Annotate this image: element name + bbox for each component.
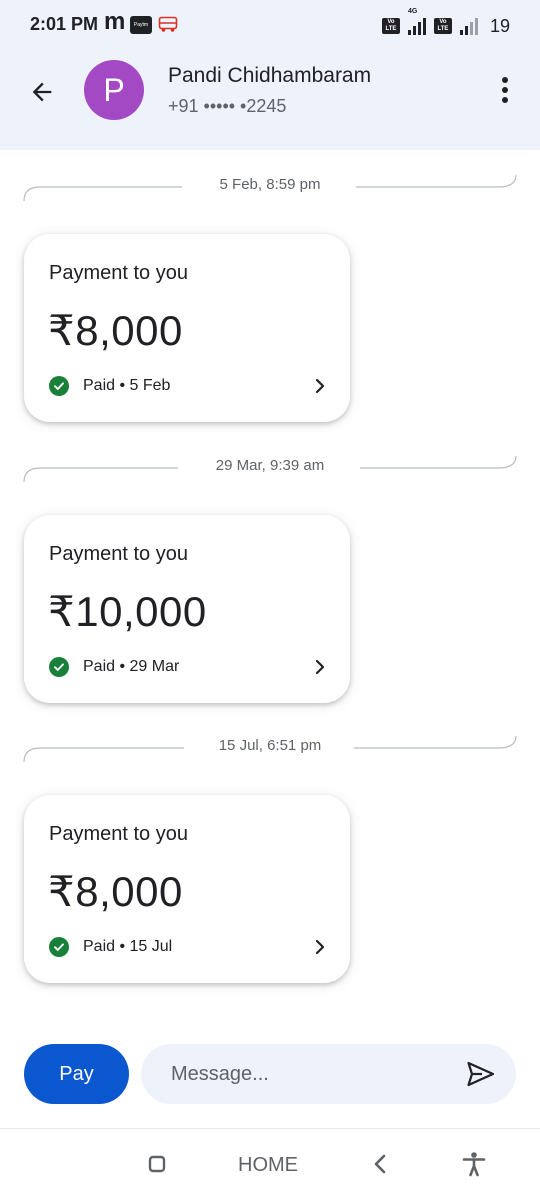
status-right-group: Vo LTE 4G Vo LTE 19: [381, 8, 510, 38]
check-circle-icon: [49, 937, 69, 957]
home-button[interactable]: HOME: [238, 1154, 298, 1177]
payment-amount: ₹10,000: [48, 588, 207, 635]
status-time: 2:01 PM: [30, 14, 99, 34]
check-circle-icon: [49, 376, 69, 396]
timestamp: 29 Mar, 9:39 am: [203, 457, 337, 474]
contact-name[interactable]: Pandi Chidhambaram: [168, 64, 371, 88]
payment-amount: ₹8,000: [48, 868, 183, 915]
signal-icon-2: [459, 17, 478, 35]
payment-status: Paid • 29 Mar: [49, 655, 179, 679]
chevron-right-icon: [315, 659, 325, 675]
card-title: Payment to you: [49, 262, 188, 284]
back-arrow-icon: [32, 82, 52, 102]
card-title: Payment to you: [49, 823, 188, 845]
status-bar: 2:01 PM m Paytm Vo LTE 4G Vo LTE 19: [0, 0, 540, 52]
status-text: Paid • 29 Mar: [83, 658, 180, 675]
back-button[interactable]: [22, 72, 62, 112]
bus-icon: [158, 15, 178, 38]
signal-icon: 4G: [407, 8, 426, 35]
battery-level: 19: [489, 15, 510, 36]
more-vert-icon[interactable]: [490, 70, 520, 110]
date-separator: 15 Jul, 6:51 pm: [22, 731, 518, 763]
volte-icon: Vo LTE: [381, 18, 400, 34]
payment-card[interactable]: Payment to you ₹8,000 Paid • 15 Jul: [24, 795, 350, 983]
payment-thread[interactable]: 5 Feb, 8:59 pm Payment to you ₹8,000 Pai…: [0, 150, 540, 1030]
date-separator: 5 Feb, 8:59 pm: [22, 170, 518, 202]
top-area: 2:01 PM m Paytm Vo LTE 4G Vo LTE 19 P Pa…: [0, 0, 540, 150]
paytm-icon: Paytm: [130, 16, 152, 34]
check-circle-icon: [49, 657, 69, 677]
system-nav-bar: HOME: [0, 1128, 540, 1200]
app-m-icon: m: [104, 8, 126, 35]
timestamp: 15 Jul, 6:51 pm: [206, 737, 334, 754]
chevron-right-icon: [315, 378, 325, 394]
message-input[interactable]: [171, 1044, 451, 1104]
status-text: Paid • 5 Feb: [83, 377, 171, 394]
nav-back-icon[interactable]: [372, 1153, 388, 1175]
recents-square-icon[interactable]: [148, 1155, 166, 1173]
payment-status: Paid • 15 Jul: [49, 935, 172, 959]
payment-card[interactable]: Payment to you ₹8,000 Paid • 5 Feb: [24, 234, 350, 422]
composer: Pay: [0, 1040, 540, 1110]
timestamp: 5 Feb, 8:59 pm: [207, 176, 333, 193]
volte-icon-2: Vo LTE: [433, 18, 452, 34]
card-title: Payment to you: [49, 543, 188, 565]
message-box[interactable]: [141, 1044, 516, 1104]
payment-card[interactable]: Payment to you ₹10,000 Paid • 29 Mar: [24, 515, 350, 703]
payment-amount: ₹8,000: [48, 307, 183, 354]
status-text: Paid • 15 Jul: [83, 938, 173, 955]
date-separator: 29 Mar, 9:39 am: [22, 451, 518, 483]
send-icon[interactable]: [466, 1060, 496, 1088]
network-type: 4G: [407, 7, 418, 15]
payment-status: Paid • 5 Feb: [49, 374, 170, 398]
chevron-right-icon: [315, 939, 325, 955]
conversation-header: P Pandi Chidhambaram +91 ••••• •2245: [0, 52, 540, 150]
accessibility-icon[interactable]: [462, 1151, 486, 1177]
avatar[interactable]: P: [84, 60, 144, 120]
pay-button[interactable]: Pay: [24, 1044, 129, 1104]
contact-phone: +91 ••••• •2245: [168, 96, 287, 116]
